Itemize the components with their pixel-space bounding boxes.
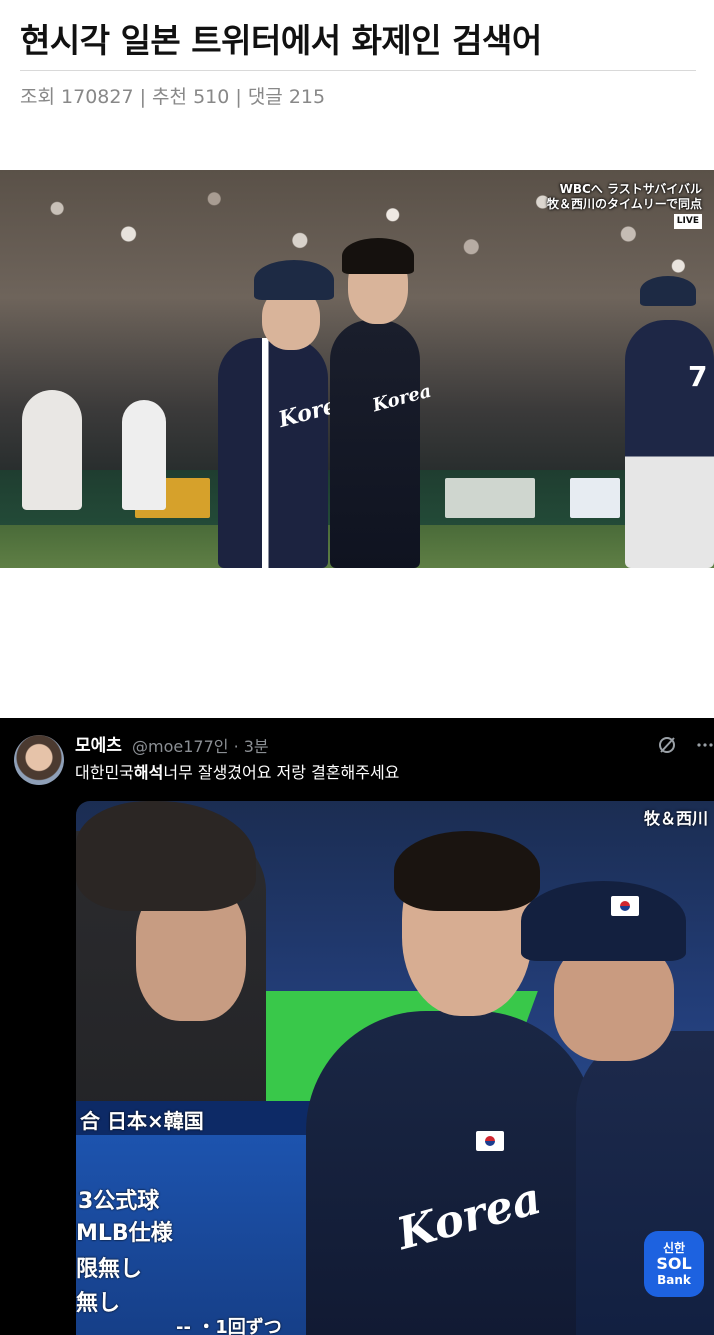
staff-hair bbox=[342, 238, 414, 274]
staff-figure bbox=[306, 1011, 596, 1335]
grok-icon bbox=[658, 736, 676, 759]
background-player bbox=[122, 400, 166, 510]
comments-label: 댓글 bbox=[247, 86, 283, 108]
title-divider bbox=[20, 70, 696, 71]
background-player bbox=[22, 390, 82, 510]
umpire-cap bbox=[76, 801, 256, 911]
tweet-text-bold: 해석 bbox=[133, 763, 164, 782]
player-7 bbox=[625, 320, 714, 568]
broadcast-overlay: WBCへ ラストサバイバル 牧＆西川のタイムリーで同点 LIVE bbox=[547, 182, 702, 229]
sponsor-bottom: Bank bbox=[657, 1273, 691, 1287]
tweet-text-prefix: 대한민국 bbox=[75, 763, 134, 782]
ad-board bbox=[445, 478, 535, 518]
comments-count: 215 bbox=[288, 86, 326, 108]
more-icon bbox=[696, 736, 714, 759]
korea-flag-patch bbox=[476, 1131, 504, 1151]
meta-separator: | bbox=[139, 86, 146, 108]
rule-line-1: 3公式球 bbox=[78, 1189, 160, 1214]
score-header: 合 日本×韓国 bbox=[80, 1109, 204, 1133]
rule-line-3: 限無し bbox=[76, 1257, 143, 1282]
views-label: 조회 bbox=[20, 86, 55, 108]
tweet-text-suffix: 너무 잘생겼어요 저랑 결혼해주세요 bbox=[163, 763, 400, 782]
tweet-author-handle: @moe177인 · 3분 bbox=[132, 737, 269, 756]
korea-flag-cap bbox=[611, 896, 639, 916]
tweet-media[interactable]: 合 日本×韓国 3公式球 MLB仕様 限無し 無し -- ・1回ずつ Korea… bbox=[76, 801, 714, 1335]
recommend-label: 추천 bbox=[152, 86, 188, 108]
overlay-line-1: WBCへ ラストサバイバル bbox=[559, 182, 702, 196]
player-helmet bbox=[640, 276, 696, 306]
staff-hair bbox=[394, 831, 540, 911]
rule-line-5: -- ・1回ずつ bbox=[176, 1317, 282, 1335]
sponsor-patch: 신한 SOL Bank bbox=[644, 1231, 704, 1297]
rule-line-2: MLB仕様 bbox=[76, 1221, 173, 1246]
coach-cap bbox=[521, 881, 686, 961]
tweet-screenshot[interactable]: 모에츠 @moe177인 · 3분 대한민국해석너무 잘생겼어요 저랑 결혼해주… bbox=[0, 718, 714, 1335]
avatar bbox=[14, 735, 64, 785]
post-title: 현시각 일본 트위터에서 화제인 검색어 bbox=[20, 21, 542, 60]
staff-figure bbox=[330, 320, 420, 568]
tweet-text: 대한민국해석너무 잘생겼어요 저랑 결혼해주세요 bbox=[75, 762, 399, 784]
post-image-stadium[interactable]: Korea Korea 7 WBCへ ラストサバイバル 牧＆西川のタイムリーで同… bbox=[0, 170, 714, 568]
post-meta: 조회 170827 | 추천 510 | 댓글 215 bbox=[20, 84, 325, 110]
coach-figure bbox=[218, 338, 328, 568]
sponsor-top: 신한 bbox=[662, 1241, 686, 1255]
ad-board bbox=[570, 478, 620, 518]
jersey-number: 7 bbox=[688, 360, 708, 393]
live-badge: LIVE bbox=[673, 214, 702, 229]
views-count: 170827 bbox=[61, 86, 134, 108]
tweet-author-name: 모에츠 bbox=[75, 736, 122, 756]
tweet-actions bbox=[644, 736, 714, 759]
recommend-count: 510 bbox=[193, 86, 230, 108]
sponsor-logo-text: SOL bbox=[656, 1254, 692, 1273]
broadcast-overlay: 牧＆西川 bbox=[643, 809, 708, 828]
rule-line-4: 無し bbox=[76, 1291, 121, 1316]
meta-separator: | bbox=[235, 86, 242, 108]
post-page: 현시각 일본 트위터에서 화제인 검색어 조회 170827 | 추천 510 … bbox=[0, 0, 714, 1335]
coach-cap bbox=[254, 260, 334, 300]
overlay-line-2: 牧＆西川のタイムリーで同点 bbox=[546, 197, 702, 211]
